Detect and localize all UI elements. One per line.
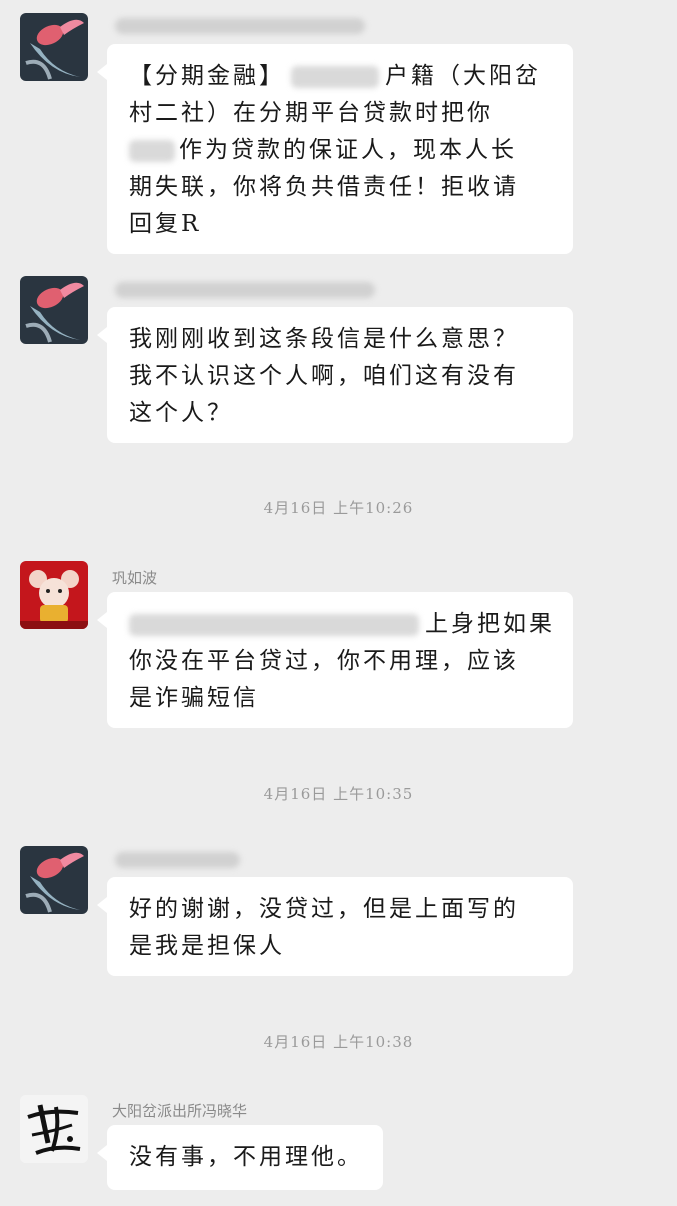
timestamp: 4月16日 上午10:35 [263, 785, 414, 803]
message-line: 好的谢谢，没贷过，但是上面写的 [129, 896, 519, 922]
message-line: 村二社）在分期平台贷款时把你 [129, 100, 493, 126]
message-line: 回复R [129, 211, 202, 237]
message-bubble-1[interactable]: 【分期金融】 户籍（大阳岔 村二社）在分期平台贷款时把你 作为贷款的保证人，现本人… [97, 44, 573, 254]
koi-fish-avatar[interactable] [20, 846, 88, 914]
message-line: 我刚刚收到这条段信是什么意思？ [129, 326, 519, 352]
message-line: 我不认识这个人啊，咱们这有没有 [129, 363, 519, 389]
timestamp: 4月16日 上午10:38 [263, 1033, 414, 1051]
sender-name: 大阳岔派出所冯晓华 [112, 1102, 248, 1120]
message-line: 户籍（大阳岔 [385, 63, 541, 89]
message-bubble-2[interactable]: 我刚刚收到这条段信是什么意思？ 我不认识这个人啊，咱们这有没有 这个人？ [97, 307, 573, 443]
message-bubble-3[interactable]: 上身把如果 你没在平台贷过，你不用理，应该 是诈骗短信 [97, 592, 573, 728]
message-line: 是我是担保人 [129, 933, 285, 959]
calligraphy-avatar[interactable] [20, 1095, 88, 1163]
message-line: 【分期金融】 [129, 63, 285, 89]
message-line: 这个人？ [129, 400, 233, 426]
message-bubble-4[interactable]: 好的谢谢，没贷过，但是上面写的 是我是担保人 [97, 877, 573, 976]
message-line: 上身把如果 [425, 611, 555, 637]
koi-fish-avatar[interactable] [20, 13, 88, 81]
koi-fish-avatar[interactable] [20, 276, 88, 344]
message-line: 你没在平台贷过，你不用理，应该 [129, 648, 519, 674]
message-line: 是诈骗短信 [129, 685, 259, 711]
message-line: 作为贷款的保证人，现本人长 [179, 137, 517, 163]
message-bubble-5[interactable]: 没有事，不用理他。 [97, 1125, 383, 1190]
message-line: 没有事，不用理他。 [129, 1144, 363, 1170]
sender-name: 巩如波 [112, 569, 158, 587]
message-line: 期失联，你将负共借责任！拒收请 [129, 174, 519, 200]
timestamp: 4月16日 上午10:26 [263, 499, 414, 517]
mouse-new-year-avatar[interactable] [20, 561, 88, 629]
